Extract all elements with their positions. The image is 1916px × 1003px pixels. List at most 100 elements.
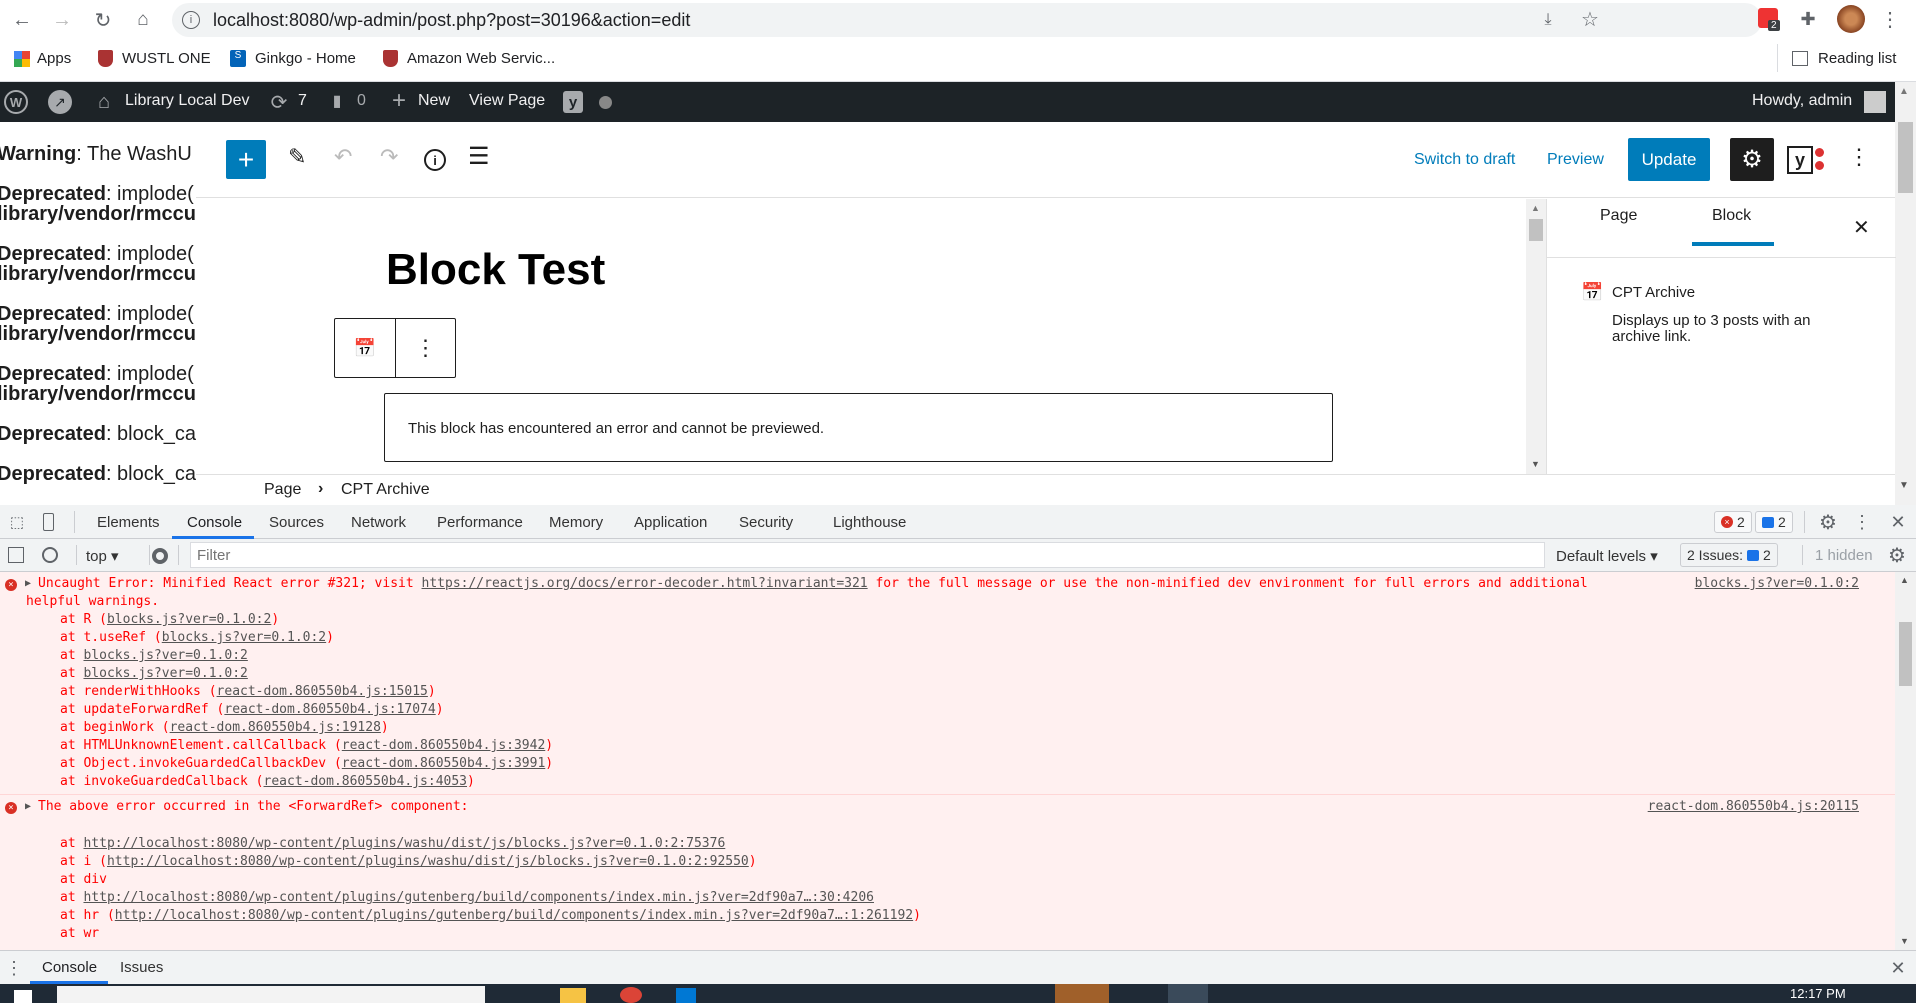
drawer-tab-console[interactable]: Console <box>42 959 97 976</box>
bookmark-wustl[interactable]: WUSTL ONE <box>98 50 211 67</box>
pencil-icon[interactable]: ✎ <box>288 144 306 170</box>
scroll-down-icon[interactable]: ▼ <box>1899 480 1909 491</box>
expand-triangle-icon[interactable]: ▶ <box>25 575 31 593</box>
forward-icon[interactable]: → <box>50 8 74 32</box>
console-filter-input[interactable] <box>190 542 1545 568</box>
comments-icon[interactable]: ▮ <box>328 92 346 110</box>
tab-application[interactable]: Application <box>634 514 707 531</box>
stack-source-link[interactable]: react-dom.860550b4.js:17074 <box>224 702 435 717</box>
stack-source-link[interactable]: react-dom.860550b4.js:3942 <box>342 738 546 753</box>
breadcrumb-block[interactable]: CPT Archive <box>341 481 430 499</box>
view-page-link[interactable]: View Page <box>469 92 545 110</box>
scrollbar-thumb[interactable] <box>1899 622 1912 686</box>
canvas-scrollbar[interactable]: ▲ ▼ <box>1526 199 1546 474</box>
yoast-icon[interactable]: y <box>1787 146 1813 174</box>
tab-performance[interactable]: Performance <box>437 514 523 531</box>
tab-network[interactable]: Network <box>351 514 406 531</box>
profile-avatar[interactable] <box>1837 5 1865 33</box>
drawer-tab-issues[interactable]: Issues <box>120 959 163 976</box>
post-title[interactable]: Block Test <box>386 245 605 295</box>
settings-gear-icon[interactable]: ⚙ <box>1730 138 1774 181</box>
reload-icon[interactable]: ↻ <box>91 8 115 32</box>
tab-elements[interactable]: Elements <box>97 514 160 531</box>
app-icon[interactable] <box>676 988 696 1003</box>
close-icon[interactable]: ✕ <box>1853 215 1870 240</box>
tab-page[interactable]: Page <box>1600 207 1637 225</box>
error-decoder-link[interactable]: https://reactjs.org/docs/error-decoder.h… <box>422 576 868 591</box>
redo-icon[interactable]: ↷ <box>380 144 398 170</box>
add-block-button[interactable]: + <box>226 140 266 179</box>
bookmark-apps[interactable]: Apps <box>14 50 71 67</box>
comments-count[interactable]: 0 <box>357 92 366 110</box>
breadcrumb-page[interactable]: Page <box>264 481 301 499</box>
update-button[interactable]: Update <box>1628 138 1710 181</box>
scroll-up-icon[interactable]: ▲ <box>1899 86 1909 97</box>
info-icon[interactable]: i <box>182 11 200 29</box>
home-icon[interactable]: ⌂ <box>131 8 155 32</box>
bookmark-aws[interactable]: Amazon Web Servic... <box>383 50 555 67</box>
wordpress-logo-icon[interactable]: W <box>4 90 28 114</box>
eye-icon[interactable] <box>152 548 168 564</box>
stack-source-link[interactable]: react-dom.860550b4.js:4053 <box>264 774 468 789</box>
howdy-link[interactable]: Howdy, admin <box>1752 92 1852 110</box>
scroll-down-icon[interactable]: ▼ <box>1900 936 1909 946</box>
preview-button[interactable]: Preview <box>1547 151 1604 169</box>
taskbar-search-box[interactable] <box>57 986 485 1003</box>
stack-source-link[interactable]: blocks.js?ver=0.1.0:2 <box>107 612 271 627</box>
plus-icon[interactable]: + <box>388 87 410 114</box>
drawer-menu-dots-icon[interactable]: ⋮ <box>5 957 23 979</box>
scroll-up-icon[interactable]: ▲ <box>1900 575 1909 585</box>
console-error-message[interactable]: × ▶ The above error occurred in the <For… <box>0 795 1895 950</box>
issues-button[interactable]: 2 Issues: 2 <box>1680 543 1778 567</box>
message-count-badge[interactable]: 2 <box>1755 511 1793 533</box>
bookmark-ginkgo[interactable]: S Ginkgo - Home <box>230 50 356 67</box>
updates-count[interactable]: 7 <box>298 92 307 110</box>
address-bar[interactable]: i localhost:8080/wp-admin/post.php?post=… <box>172 3 1762 37</box>
close-devtools-icon[interactable]: ✕ <box>1888 511 1908 533</box>
scrollbar-thumb[interactable] <box>1529 219 1543 241</box>
menu-dots-icon[interactable]: ⋮ <box>1880 8 1900 31</box>
device-toolbar-icon[interactable] <box>43 513 54 531</box>
windows-start-icon[interactable] <box>14 990 32 1003</box>
stack-source-link[interactable]: blocks.js?ver=0.1.0:2 <box>83 666 247 681</box>
scrollbar-thumb[interactable] <box>1898 122 1913 193</box>
avatar[interactable] <box>1864 91 1886 113</box>
stack-source-link[interactable]: react-dom.860550b4.js:19128 <box>170 720 381 735</box>
url-text[interactable]: localhost:8080/wp-admin/post.php?post=30… <box>213 10 690 31</box>
tab-memory[interactable]: Memory <box>549 514 603 531</box>
stack-source-link[interactable]: blocks.js?ver=0.1.0:2 <box>83 648 247 663</box>
list-view-icon[interactable]: ☰ <box>468 142 490 171</box>
stack-source-link[interactable]: http://localhost:8080/wp-content/plugins… <box>83 836 725 851</box>
scroll-down-icon[interactable]: ▼ <box>1531 459 1540 469</box>
yoast-icon[interactable]: y <box>563 91 583 113</box>
stack-source-link[interactable]: http://localhost:8080/wp-content/plugins… <box>115 908 913 923</box>
expand-triangle-icon[interactable]: ▶ <box>25 798 31 816</box>
puzzle-icon[interactable]: ✚ <box>1797 8 1819 30</box>
more-dots-icon[interactable]: ⋮ <box>1853 511 1871 533</box>
block-error-box[interactable]: This block has encountered an error and … <box>384 393 1333 462</box>
active-app-icon[interactable] <box>1168 984 1208 1003</box>
log-levels-dropdown[interactable]: Default levels ▾ <box>1556 547 1658 565</box>
stack-source-link[interactable]: react-dom.860550b4.js:3991 <box>342 756 546 771</box>
inspect-element-icon[interactable]: ⬚ <box>8 513 26 531</box>
context-selector[interactable]: top ▾ <box>86 547 119 565</box>
source-link[interactable]: react-dom.860550b4.js:20115 <box>1648 798 1859 816</box>
back-icon[interactable]: ← <box>10 8 34 32</box>
error-count-badge[interactable]: × 2 <box>1714 511 1752 533</box>
switch-to-draft-button[interactable]: Switch to draft <box>1414 151 1515 169</box>
tab-block[interactable]: Block <box>1712 207 1751 225</box>
stack-source-link[interactable]: http://localhost:8080/wp-content/plugins… <box>107 854 749 869</box>
chrome-icon[interactable] <box>620 987 642 1003</box>
install-icon[interactable]: ⤓ <box>1537 9 1559 31</box>
page-scrollbar[interactable]: ▲ ▼ <box>1895 82 1916 505</box>
site-logo-icon[interactable]: ↗ <box>48 90 72 114</box>
stack-source-link[interactable]: react-dom.860550b4.js:15015 <box>217 684 428 699</box>
tab-lighthouse[interactable]: Lighthouse <box>833 514 906 531</box>
calendar-icon[interactable]: 📅 <box>335 319 396 377</box>
source-link[interactable]: blocks.js?ver=0.1.0:2 <box>1695 575 1859 593</box>
stack-source-link[interactable]: http://localhost:8080/wp-content/plugins… <box>83 890 874 905</box>
tab-security[interactable]: Security <box>739 514 793 531</box>
console-settings-gear-icon[interactable]: ⚙ <box>1886 544 1908 567</box>
block-options-dots-icon[interactable]: ⋮ <box>396 319 455 377</box>
updates-icon[interactable]: ⟳ <box>268 91 290 114</box>
